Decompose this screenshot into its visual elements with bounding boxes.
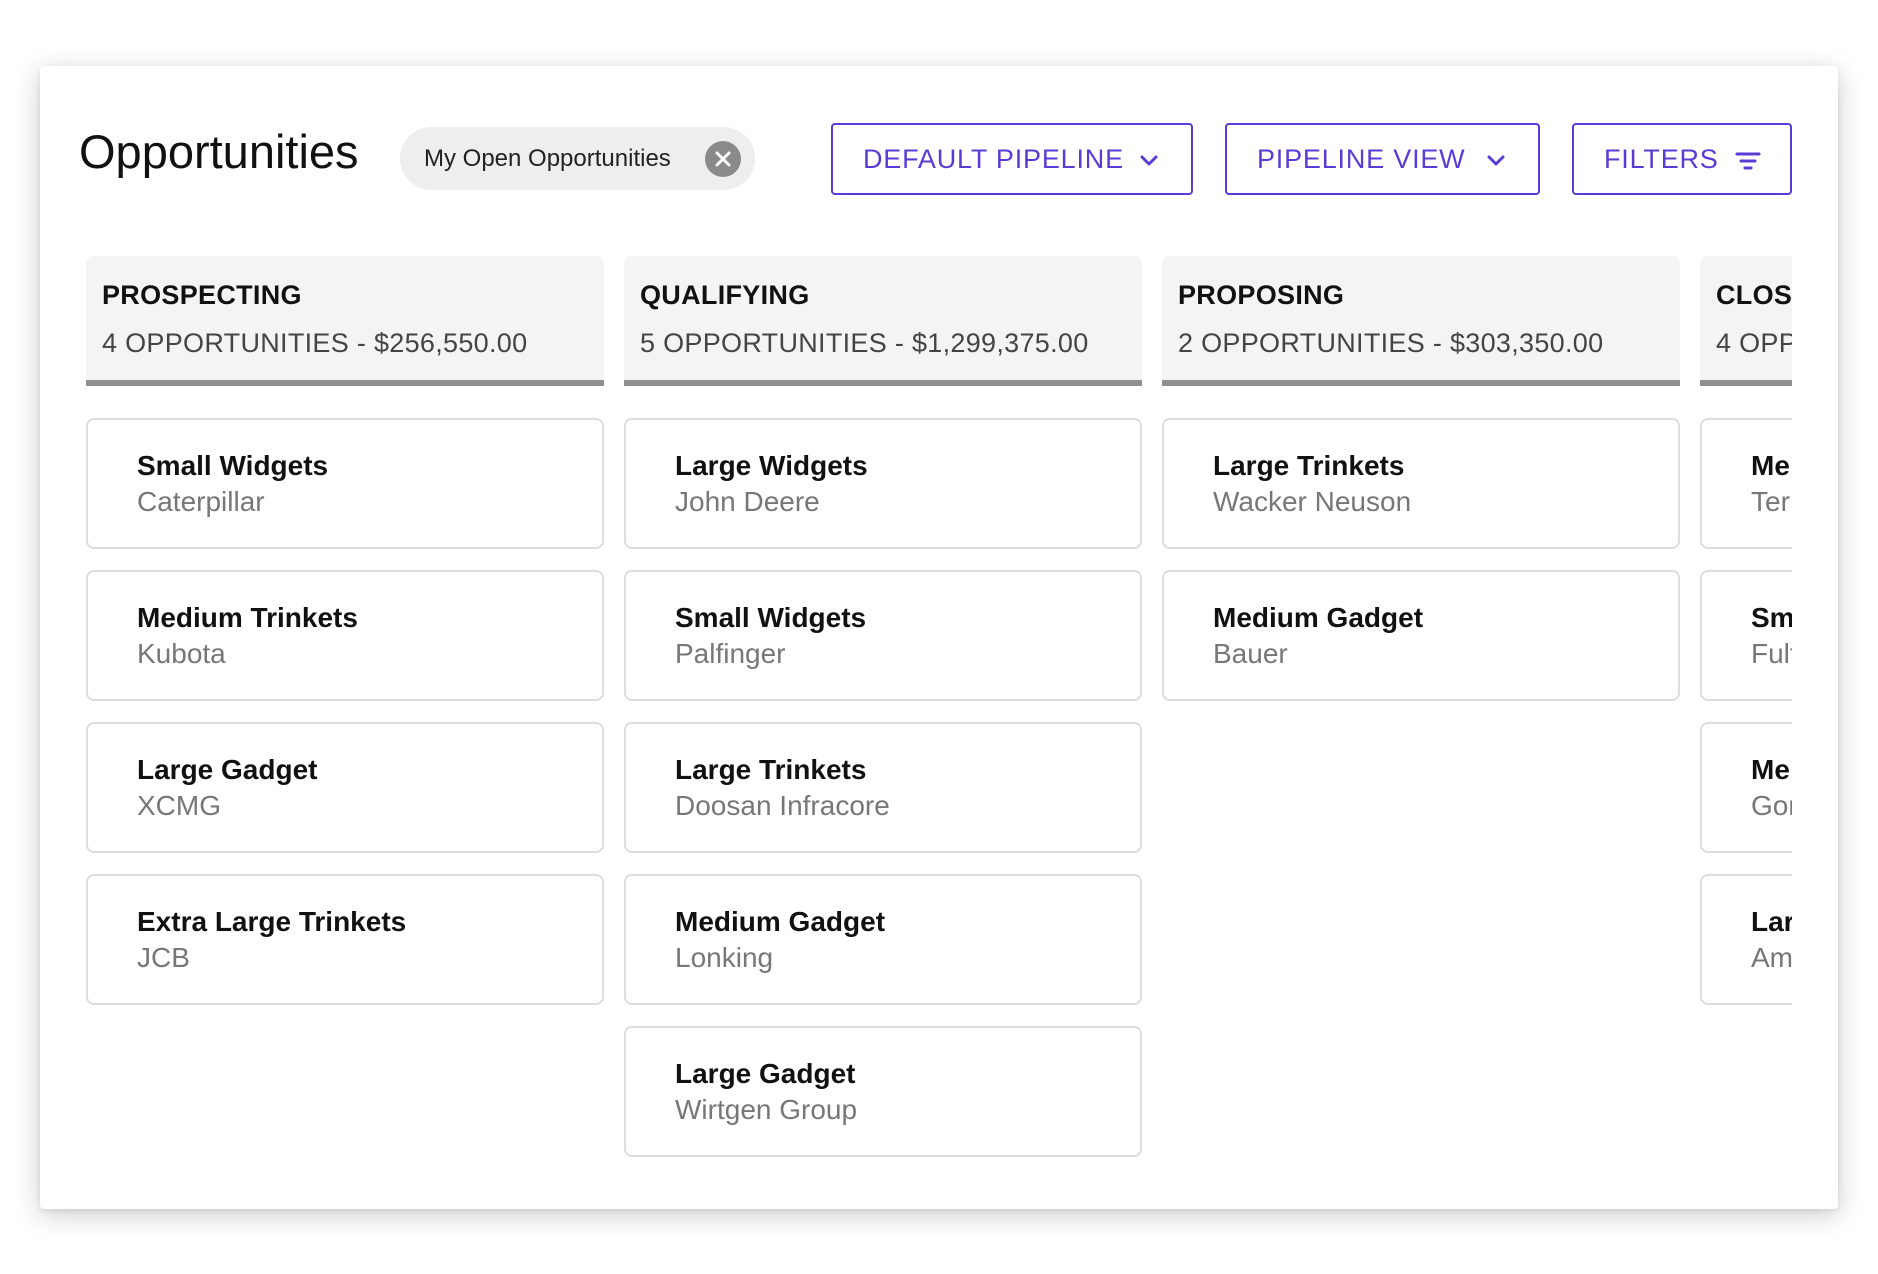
card-list: Large Widgets John Deere Small Widgets P… [624, 418, 1142, 1176]
opportunity-name: Large Gadget [137, 754, 318, 785]
opportunity-card[interactable]: Small Widgets Caterpillar [86, 418, 604, 549]
opportunity-name: Small Widgets [675, 602, 867, 633]
opportunity-card[interactable]: Small Widgets Palfinger [624, 570, 1142, 701]
page-header: Opportunities My Open Opportunities DEFA… [40, 66, 1838, 216]
stage-header: PROSPECTING 4 OPPORTUNITIES - $256,550.0… [86, 256, 604, 386]
filters-button[interactable]: FILTERS [1572, 123, 1792, 195]
opportunity-card[interactable]: Large Widgets John Deere [624, 418, 1142, 549]
opportunity-company: Fult [1751, 638, 1792, 669]
stage-title: QUALIFYING [640, 280, 810, 310]
opportunity-card[interactable]: Extra Large Trinkets JCB [86, 874, 604, 1005]
opportunity-name: Medium Gadget [1213, 602, 1424, 633]
stage-header: QUALIFYING 5 OPPORTUNITIES - $1,299,375.… [624, 256, 1142, 386]
opportunity-name: Extra Large Trinkets [137, 906, 407, 937]
pipeline-board: PROSPECTING 4 OPPORTUNITIES - $256,550.0… [86, 256, 1792, 1176]
pipeline-view-dropdown[interactable]: PIPELINE VIEW [1225, 123, 1540, 195]
opportunity-name: Small Widgets [137, 450, 329, 481]
opportunity-company: Wacker Neuson [1213, 486, 1412, 517]
opportunity-card[interactable]: Large Trinkets Wacker Neuson [1162, 418, 1680, 549]
opportunity-card[interactable]: Medium Gadget Bauer [1162, 570, 1680, 701]
stage-header: CLOSI 4 OPP [1700, 256, 1792, 386]
opportunity-card[interactable]: Sm Fult [1700, 570, 1792, 701]
stage-summary: 4 OPP [1716, 328, 1792, 358]
opportunity-name: Lar [1751, 906, 1792, 937]
default-pipeline-dropdown[interactable]: DEFAULT PIPELINE [831, 123, 1193, 195]
opportunity-name: Large Trinkets [1213, 450, 1405, 481]
default-pipeline-label: DEFAULT PIPELINE [863, 143, 1124, 174]
opportunity-card[interactable]: Me Ter [1700, 418, 1792, 549]
opportunity-name: Large Trinkets [675, 754, 867, 785]
opportunity-card[interactable]: Lar Am [1700, 874, 1792, 1005]
stage-column-proposing: PROPOSING 2 OPPORTUNITIES - $303,350.00 … [1162, 256, 1680, 701]
opportunity-company: Kubota [137, 638, 226, 669]
opportunity-name: Large Gadget [675, 1058, 856, 1089]
close-circle-icon[interactable] [705, 141, 741, 177]
stage-title: PROPOSING [1178, 280, 1345, 310]
opportunity-name: Large Widgets [675, 450, 868, 481]
opportunity-company: Gor [1751, 790, 1792, 821]
filter-lines-icon [1735, 152, 1761, 170]
opportunity-company: Doosan Infracore [675, 790, 890, 821]
opportunity-name: Me [1751, 754, 1790, 785]
opportunity-card[interactable]: Large Gadget XCMG [86, 722, 604, 853]
stage-summary: 5 OPPORTUNITIES - $1,299,375.00 [640, 328, 1089, 358]
stage-title: CLOSI [1716, 280, 1792, 310]
card-list: Small Widgets Caterpillar Medium Trinket… [86, 418, 604, 1026]
card-list: Me Ter Sm Fult Me Gor Lar Am [1700, 418, 1792, 1026]
stage-column-qualifying: QUALIFYING 5 OPPORTUNITIES - $1,299,375.… [624, 256, 1142, 1157]
chevron-down-icon [1487, 155, 1505, 166]
stage-summary: 2 OPPORTUNITIES - $303,350.00 [1178, 328, 1604, 358]
stage-header: PROPOSING 2 OPPORTUNITIES - $303,350.00 [1162, 256, 1680, 386]
opportunity-company: Am [1751, 942, 1792, 973]
opportunity-company: Bauer [1213, 638, 1288, 669]
opportunity-name: Sm [1751, 602, 1792, 633]
stage-column-prospecting: PROSPECTING 4 OPPORTUNITIES - $256,550.0… [86, 256, 604, 1005]
stage-column-closing: CLOSI 4 OPP Me Ter Sm Fult Me Gor Lar [1700, 256, 1792, 1005]
filter-chip-label: My Open Opportunities [424, 144, 671, 172]
filter-chip[interactable]: My Open Opportunities [400, 127, 755, 190]
opportunity-card[interactable]: Large Gadget Wirtgen Group [624, 1026, 1142, 1157]
opportunity-card[interactable]: Medium Trinkets Kubota [86, 570, 604, 701]
opportunity-name: Me [1751, 450, 1790, 481]
opportunity-company: Palfinger [675, 638, 786, 669]
chevron-down-icon [1140, 155, 1158, 166]
page-title: Opportunities [79, 125, 359, 178]
opportunity-company: Lonking [675, 942, 774, 973]
opportunity-name: Medium Trinkets [137, 602, 358, 633]
card-list: Large Trinkets Wacker Neuson Medium Gadg… [1162, 418, 1680, 722]
filters-label: FILTERS [1604, 143, 1719, 174]
opportunity-company: John Deere [675, 486, 820, 517]
opportunity-card[interactable]: Large Trinkets Doosan Infracore [624, 722, 1142, 853]
opportunity-company: Ter [1751, 486, 1790, 517]
opportunity-company: JCB [137, 942, 190, 973]
pipeline-view-label: PIPELINE VIEW [1257, 143, 1466, 174]
opportunities-panel: Opportunities My Open Opportunities DEFA… [40, 66, 1838, 1209]
opportunity-card[interactable]: Me Gor [1700, 722, 1792, 853]
stage-title: PROSPECTING [102, 280, 302, 310]
opportunity-company: XCMG [137, 790, 221, 821]
stage-summary: 4 OPPORTUNITIES - $256,550.00 [102, 328, 528, 358]
opportunity-company: Wirtgen Group [675, 1094, 858, 1125]
opportunity-company: Caterpillar [137, 486, 265, 517]
opportunity-name: Medium Gadget [675, 906, 886, 937]
opportunity-card[interactable]: Medium Gadget Lonking [624, 874, 1142, 1005]
